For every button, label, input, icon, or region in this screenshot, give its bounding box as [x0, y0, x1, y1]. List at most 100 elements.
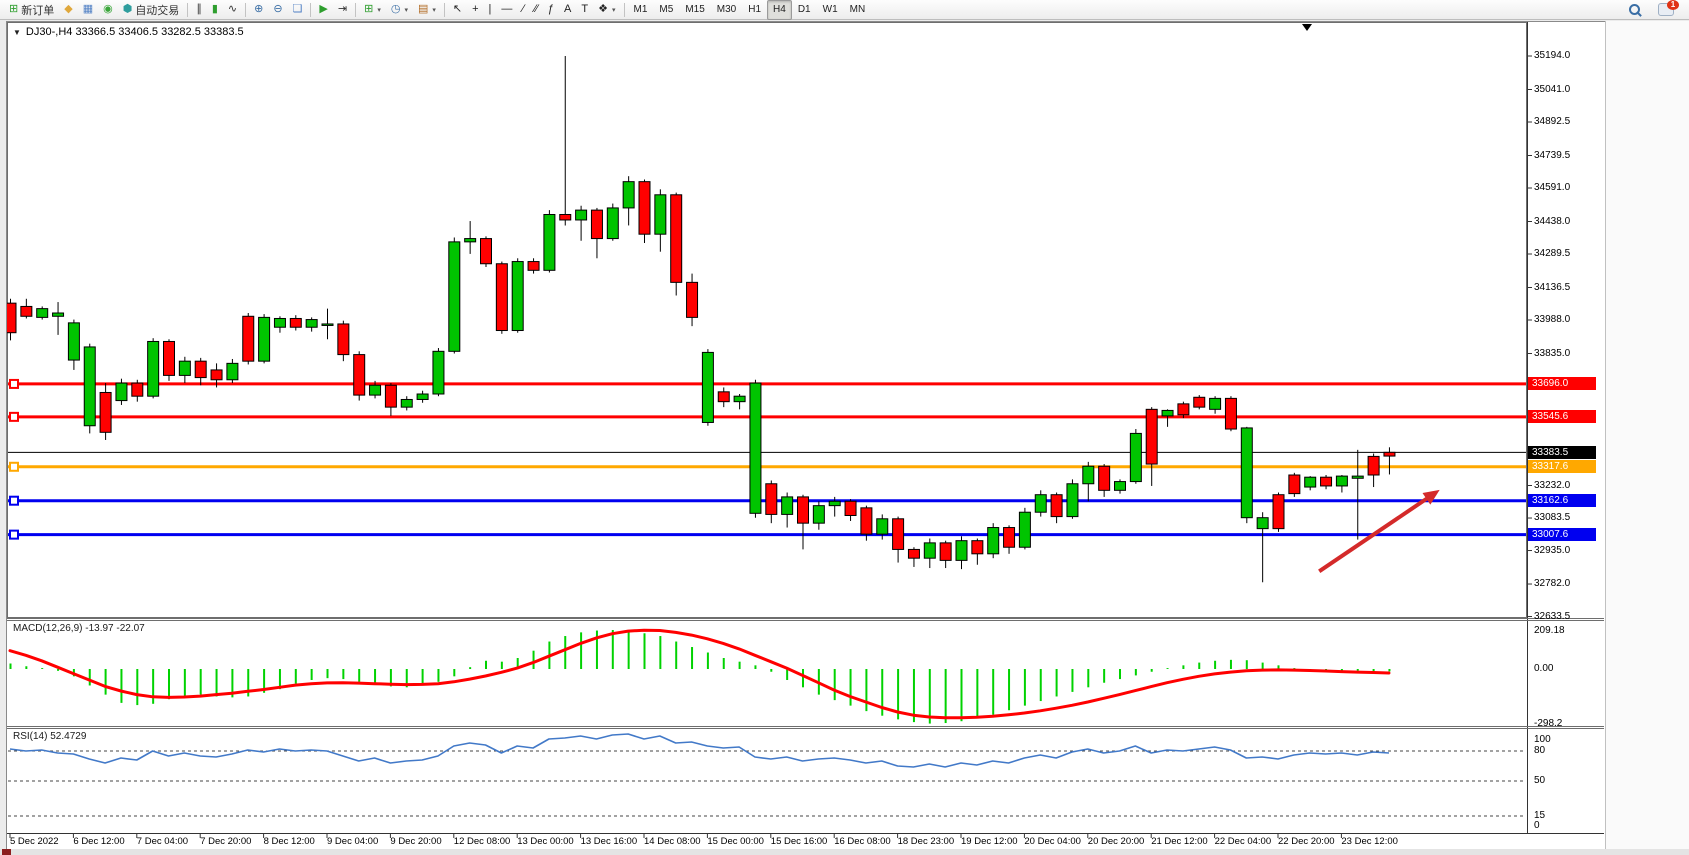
chart-shift-button[interactable]: ⇥	[333, 0, 352, 20]
zoom-in-icon: ⊕	[254, 4, 263, 15]
vertical-line-button[interactable]: |	[484, 0, 497, 20]
line-chart-mode-button[interactable]: ∿	[223, 0, 242, 20]
level-line-handle[interactable]	[10, 380, 18, 388]
price-level-badge: 33007.6	[1528, 528, 1596, 541]
text-label-button[interactable]: T	[576, 0, 593, 20]
timeframe-m1-button[interactable]: M1	[628, 0, 654, 20]
indicators-button[interactable]: ▤▾	[413, 0, 441, 20]
time-axis-label: 12 Dec 08:00	[454, 836, 511, 847]
candle-body	[243, 316, 254, 361]
cursor-icon: ↖	[453, 4, 462, 15]
time-axis-label: 20 Dec 04:00	[1024, 836, 1081, 847]
candle-body	[798, 497, 809, 523]
price-level-badge: 33317.6	[1528, 460, 1596, 473]
symbol-search-button[interactable]	[1624, 0, 1645, 20]
timeframe-m30-button[interactable]: M30	[711, 0, 742, 20]
timeframe-mn-button[interactable]: MN	[844, 0, 872, 20]
text-button[interactable]: A	[559, 0, 576, 20]
timeframe-h1-button[interactable]: H1	[742, 0, 767, 20]
price-axis-label: 35041.0	[1534, 84, 1570, 95]
candle-body	[37, 309, 48, 318]
trendline-button[interactable]: ∕	[517, 0, 529, 20]
timeframe-d1-button[interactable]: D1	[792, 0, 817, 20]
candlestick-mode-button[interactable]: ▮	[207, 0, 223, 20]
indicators-caret-icon[interactable]: ▾	[432, 6, 436, 14]
timeframe-m5-button[interactable]: M5	[653, 0, 679, 20]
market-watch-button[interactable]: ◆	[59, 0, 77, 20]
candle-body	[100, 392, 111, 432]
candle-body	[1225, 398, 1236, 429]
vertical-line-icon: |	[489, 4, 492, 15]
cursor-button[interactable]: ↖	[448, 0, 467, 20]
periods-caret-icon[interactable]: ▾	[404, 6, 408, 14]
crosshair-button[interactable]: +	[467, 0, 483, 20]
candle-body	[496, 264, 507, 331]
price-axis-label: 33232.0	[1534, 480, 1570, 491]
new-order-button[interactable]: ⊞新订单	[4, 0, 59, 20]
candle-body	[322, 324, 333, 326]
toolbar-separator	[187, 3, 188, 17]
bar-chart-mode-button[interactable]: ∥	[191, 0, 207, 20]
price-axis-label: 33835.0	[1534, 348, 1570, 359]
line-chart-mode-icon: ∿	[228, 4, 237, 15]
timeframe-h4-button[interactable]: H4	[767, 0, 792, 20]
chart-window[interactable]: ▼ DJ30-,H4 33366.5 33406.5 33282.5 33383…	[6, 21, 1606, 850]
level-line-handle[interactable]	[10, 531, 18, 539]
candle-body	[1384, 452, 1395, 456]
candle-body	[1321, 477, 1332, 486]
candle-body	[465, 239, 476, 242]
candle-body	[370, 385, 381, 395]
level-line-handle[interactable]	[10, 497, 18, 505]
fibonacci-button[interactable]: ƒ	[543, 0, 559, 20]
terminal-button[interactable]: ◉	[98, 0, 118, 20]
timeframe-m15-button[interactable]: M15	[679, 0, 710, 20]
candle-body	[829, 501, 840, 505]
arrows-tool-button[interactable]: ❖▾	[593, 0, 620, 20]
main-toolbar: ⊞新订单◆▦◉⬢自动交易∥▮∿⊕⊖❏▶⇥⊞▾◷▾▤▾↖+|—∕∕∕ƒAT❖▾M1…	[0, 0, 1689, 20]
candle-body	[1352, 476, 1363, 478]
time-axis-label: 8 Dec 12:00	[264, 836, 315, 847]
time-axis-label: 13 Dec 16:00	[581, 836, 638, 847]
candle-body	[988, 528, 999, 554]
time-axis-label: 9 Dec 04:00	[327, 836, 378, 847]
chat-notifications-button[interactable]: 1	[1653, 0, 1679, 20]
arrows-tool-caret-icon[interactable]: ▾	[612, 6, 616, 14]
price-axis-label: 34892.5	[1534, 116, 1570, 127]
zoom-out-button[interactable]: ⊖	[268, 0, 287, 20]
price-level-badge: 33545.6	[1528, 410, 1596, 423]
timeframe-w1-button[interactable]: W1	[817, 0, 844, 20]
level-line-handle[interactable]	[10, 413, 18, 421]
periods-button[interactable]: ◷▾	[386, 0, 413, 20]
candle-body	[1067, 484, 1078, 517]
new-chart-button[interactable]: ⊞▾	[359, 0, 386, 20]
new-order-icon: ⊞	[9, 4, 18, 15]
macd-axis-label: -298.2	[1534, 718, 1562, 729]
auto-scroll-icon: ▶	[319, 4, 327, 15]
candle-body	[259, 317, 270, 361]
chart-canvas[interactable]	[7, 22, 1605, 849]
auto-scroll-button[interactable]: ▶	[314, 0, 332, 20]
chart-collapse-icon[interactable]: ▼	[13, 28, 21, 37]
level-line-handle[interactable]	[10, 463, 18, 471]
main-plot-border	[8, 23, 1527, 618]
time-axis-label: 15 Dec 00:00	[707, 836, 764, 847]
price-level-badge: 33162.6	[1528, 494, 1596, 507]
navigator-button[interactable]: ▦	[78, 0, 98, 20]
autotrading-button[interactable]: ⬢自动交易	[118, 0, 185, 20]
candle-body	[84, 347, 95, 426]
horizontal-line-button[interactable]: —	[496, 0, 517, 20]
window-right-gutter	[1605, 21, 1689, 855]
equidistant-channel-button[interactable]: ∕∕	[529, 0, 543, 20]
tile-windows-button[interactable]: ❏	[288, 0, 308, 20]
candle-body	[116, 383, 127, 401]
new-chart-caret-icon[interactable]: ▾	[377, 6, 381, 14]
candle-body	[702, 352, 713, 422]
candle-body	[1210, 398, 1221, 409]
price-axis-label: 34136.5	[1534, 282, 1570, 293]
rsi-axis-label: 50	[1534, 775, 1545, 786]
text-icon: A	[564, 4, 571, 15]
time-axis-label: 20 Dec 20:00	[1088, 836, 1145, 847]
candle-body	[417, 394, 428, 399]
zoom-in-button[interactable]: ⊕	[249, 0, 268, 20]
candle-body	[671, 195, 682, 283]
